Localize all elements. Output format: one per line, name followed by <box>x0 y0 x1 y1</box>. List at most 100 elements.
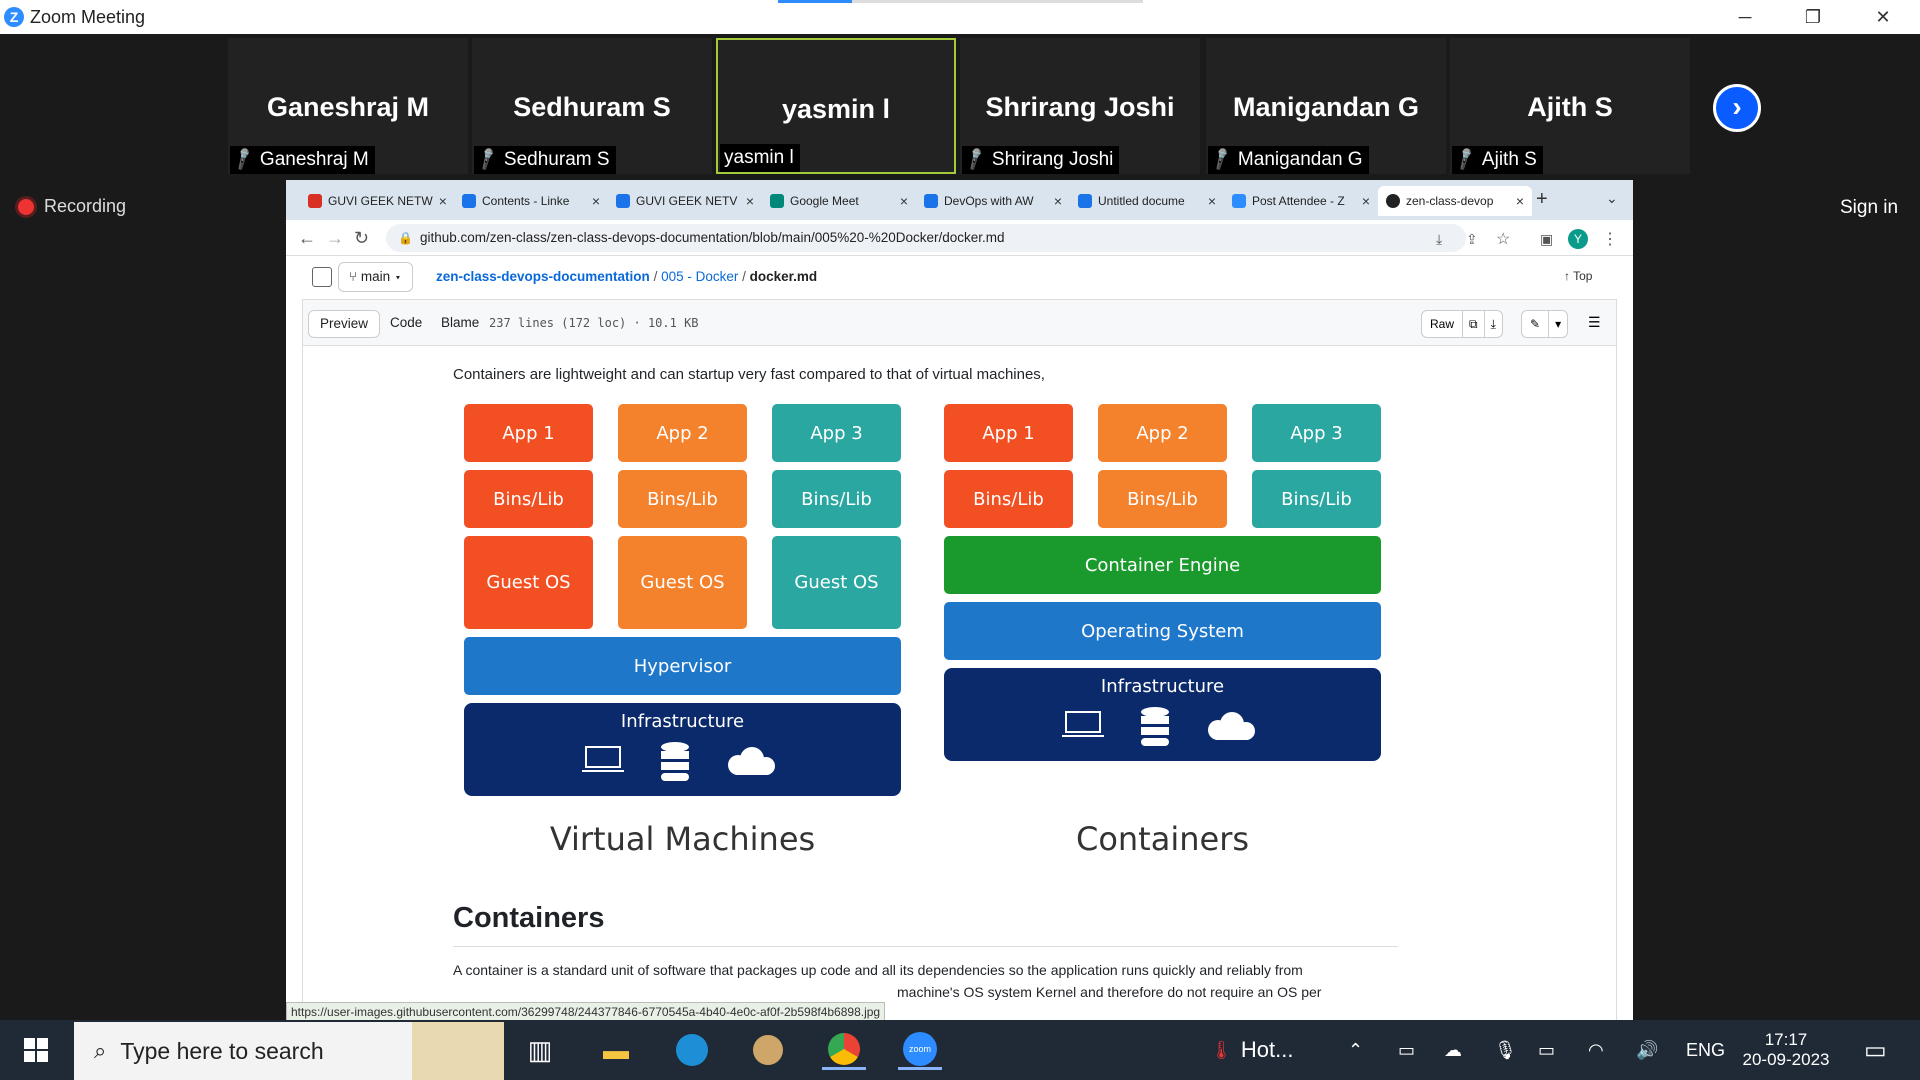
tab-list-chevron-icon[interactable]: ⌄ <box>1606 190 1618 207</box>
file-meta: 237 lines (172 loc) · 10.1 KB <box>489 316 699 330</box>
menu-kebab-icon[interactable]: ⋮ <box>1602 229 1618 249</box>
file-toolbar: Preview Code Blame 237 lines (172 loc) ·… <box>302 300 1617 346</box>
profile-avatar[interactable]: Y <box>1568 229 1588 249</box>
browser-tab[interactable]: Post Attendee - Z × <box>1224 186 1378 216</box>
volume-icon[interactable]: 🔊 <box>1636 1020 1658 1080</box>
tab-close-icon[interactable]: × <box>900 193 908 209</box>
browser-tab[interactable]: GUVI GEEK NETV × <box>608 186 762 216</box>
laptop-icon <box>1062 711 1104 737</box>
reload-icon[interactable]: ↻ <box>354 228 369 249</box>
browser-tab[interactable]: DevOps with AW × <box>916 186 1070 216</box>
docs-icon <box>924 194 938 208</box>
edit-dropdown-icon[interactable]: ▾ <box>1548 311 1567 337</box>
gmail-icon <box>308 194 322 208</box>
tab-close-icon[interactable]: × <box>1054 193 1062 209</box>
participant-tile[interactable]: Shrirang Joshi 🎤 Shrirang Joshi <box>960 38 1200 174</box>
participant-tile[interactable]: Ganeshraj M 🎤 Ganeshraj M <box>228 38 468 174</box>
notifications-icon[interactable]: ▭ <box>1864 1020 1887 1080</box>
tab-close-icon[interactable]: × <box>1516 193 1524 209</box>
next-participants-button[interactable]: › <box>1713 84 1761 132</box>
tab-code[interactable]: Code <box>379 310 433 338</box>
edge-browser-icon[interactable] <box>670 1030 714 1070</box>
download-icon[interactable]: ⤓ <box>1483 311 1502 337</box>
zoom-app-icon[interactable]: zoom <box>898 1030 942 1070</box>
paragraph-line-1: A container is a standard unit of softwa… <box>453 962 1303 978</box>
infra-icons <box>1062 707 1255 746</box>
breadcrumb-repo-link[interactable]: zen-class-devops-documentation <box>436 269 650 284</box>
file-tree-toggle-icon[interactable] <box>312 267 332 287</box>
outline-list-icon[interactable]: ☰ <box>1588 314 1601 331</box>
participant-tile[interactable]: Manigandan G 🎤 Manigandan G <box>1206 38 1446 174</box>
tab-close-icon[interactable]: × <box>592 193 600 209</box>
intro-text: Containers are lightweight and can start… <box>453 366 1045 383</box>
participant-strip: Ganeshraj M 🎤 Ganeshraj M Sedhuram S 🎤 Sed… <box>0 34 1920 174</box>
chrome-icon[interactable] <box>822 1030 866 1070</box>
install-icon[interactable]: ⤓ <box>1436 231 1442 248</box>
clock[interactable]: 17:17 20-09-2023 <box>1738 1020 1834 1080</box>
wifi-icon[interactable]: ◠ <box>1588 1020 1604 1080</box>
recording-indicator[interactable]: Recording <box>18 196 126 217</box>
windows-start-icon[interactable] <box>14 1030 58 1070</box>
close-button[interactable]: ✕ <box>1863 4 1903 30</box>
copy-icon[interactable]: ⧉ <box>1462 311 1484 337</box>
participant-tile-active[interactable]: yasmin l yasmin l <box>716 38 956 174</box>
tab-close-icon[interactable]: × <box>1362 193 1370 209</box>
new-tab-button[interactable]: + <box>1536 188 1548 211</box>
mic-muted-icon: 🎤 <box>230 147 257 172</box>
breadcrumb-folder-link[interactable]: 005 - Docker <box>661 269 738 284</box>
browser-tab[interactable]: Untitled docume × <box>1070 186 1224 216</box>
microphone-icon[interactable]: 🎙 <box>1494 1020 1517 1080</box>
participant-name-label: 🎤 Ajith S <box>1452 146 1543 174</box>
top-link[interactable]: ↑ Top <box>1564 269 1592 283</box>
branch-selector[interactable]: ⑂ main ▾ <box>338 262 413 292</box>
language-indicator[interactable]: ENG <box>1686 1020 1725 1080</box>
browser-tab[interactable]: GUVI GEEK NETW × <box>300 186 454 216</box>
raw-button[interactable]: Raw <box>1422 311 1462 337</box>
tab-close-icon[interactable]: × <box>439 193 447 209</box>
minimize-button[interactable]: ─ <box>1725 4 1765 30</box>
taskbar-search-box[interactable]: ⌕ Type here to search <box>74 1022 504 1080</box>
docs-icon <box>1078 194 1092 208</box>
side-panel-icon[interactable]: ▣ <box>1540 231 1553 248</box>
browser-tab-active[interactable]: zen-class-devop × <box>1378 186 1532 216</box>
recording-label: Recording <box>44 196 127 216</box>
breadcrumb: zen-class-devops-documentation / 005 - D… <box>436 269 818 284</box>
participant-name-label: 🎤 Manigandan G <box>1208 146 1369 174</box>
url-field[interactable]: 🔒 github.com/zen-class/zen-class-devops-… <box>386 224 1466 252</box>
onedrive-cloud-icon[interactable]: ☁ <box>1444 1020 1462 1080</box>
bookmark-star-icon[interactable]: ☆ <box>1496 229 1510 249</box>
tab-preview[interactable]: Preview <box>308 310 381 338</box>
participant-tile[interactable]: Ajith S 🎤 Ajith S <box>1450 38 1690 174</box>
thermometer-icon: 🌡 <box>1210 1039 1233 1060</box>
window-title: Zoom Meeting <box>30 7 146 27</box>
participant-tile[interactable]: Sedhuram S 🎤 Sedhuram S <box>472 38 712 174</box>
tab-close-icon[interactable]: × <box>746 193 754 209</box>
vm-app-box: App 2 <box>618 404 747 462</box>
paint-icon[interactable] <box>746 1030 790 1070</box>
participant-name-label: 🎤 Shrirang Joshi <box>962 146 1120 174</box>
battery-icon[interactable]: ▭ <box>1538 1020 1555 1080</box>
back-arrow-icon[interactable]: ← <box>298 228 316 249</box>
vm-app-box: App 3 <box>772 404 901 462</box>
file-explorer-icon[interactable]: ▬ <box>594 1030 638 1070</box>
browser-tab[interactable]: Contents - Linke × <box>454 186 608 216</box>
tab-close-icon[interactable]: × <box>1208 193 1216 209</box>
edit-pencil-icon[interactable]: ✎ <box>1522 311 1548 337</box>
browser-tab[interactable]: Google Meet × <box>762 186 916 216</box>
weather-widget[interactable]: 🌡 Hot... <box>1210 1020 1293 1080</box>
forward-arrow-icon[interactable]: → <box>326 228 344 249</box>
ct-bins-box: Bins/Lib <box>944 470 1073 528</box>
show-hidden-icons-chevron-icon[interactable]: ⌃ <box>1348 1020 1363 1080</box>
slides-icon <box>616 194 630 208</box>
breadcrumb-file: docker.md <box>749 269 818 284</box>
meet-icon <box>770 194 784 208</box>
tab-blame[interactable]: Blame <box>430 310 490 338</box>
participant-name-label: 🎤 Ganeshraj M <box>230 146 375 174</box>
meet-now-icon[interactable]: ▭ <box>1398 1020 1415 1080</box>
task-view-icon[interactable]: ▥ <box>518 1030 562 1070</box>
sign-in-link[interactable]: Sign in <box>1840 197 1898 219</box>
browser-tab-bar: GUVI GEEK NETW × Contents - Linke × GUVI G… <box>286 180 1633 220</box>
laptop-icon <box>582 746 624 772</box>
share-icon[interactable]: ⇪ <box>1466 231 1478 248</box>
restore-button[interactable]: ❐ <box>1793 4 1833 30</box>
